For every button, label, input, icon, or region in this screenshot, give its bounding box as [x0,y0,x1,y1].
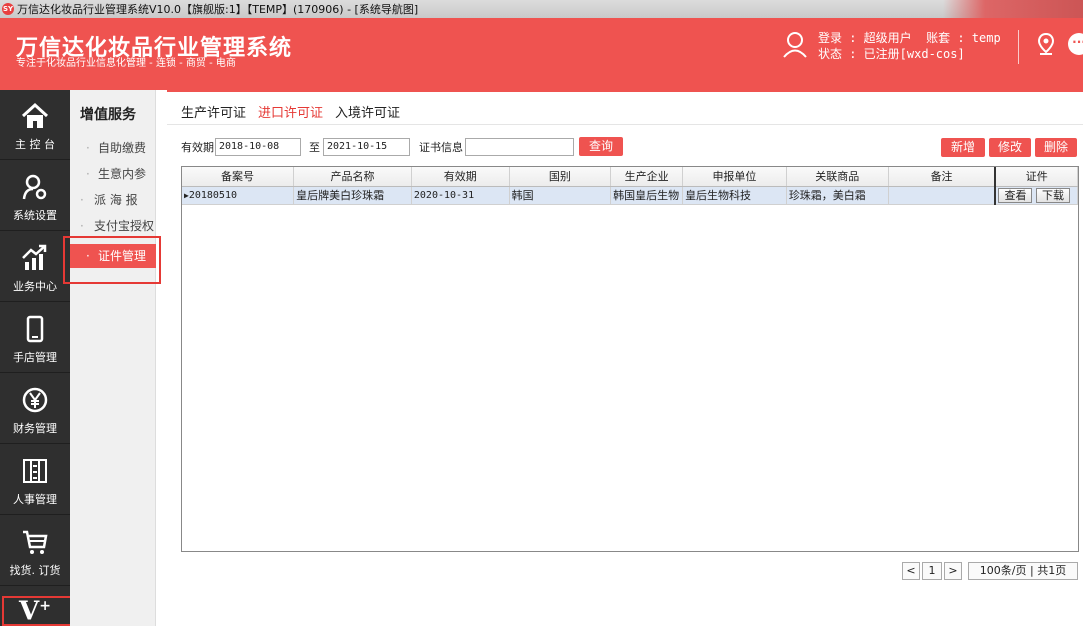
status-line: 状态 : 已注册[wxd-cos] [818,47,965,61]
main-sidebar: 主 控 台 系统设置 业务中心 手店管理 财务管理 人事管理 找货. 订货 V+ [0,90,70,627]
sidebar-item-label: 人事管理 [13,493,57,506]
bullet-icon: · [80,193,84,207]
app-logo-icon: SY [2,3,14,15]
col-header-record-no[interactable]: 备案号 [182,167,295,187]
col-header-product-name[interactable]: 产品名称 [293,167,412,187]
cert-info-input[interactable] [465,138,574,156]
sidebar-item-business[interactable]: 业务中心 [0,232,70,302]
subnav-panel: 增值服务 · 自助缴费 · 生意内参 · 派 海 报 · 支付宝授权 · 证件管理 [70,90,156,626]
cell-record-no-value: 20180510 [188,189,237,201]
sidebar-item-label: 系统设置 [13,209,57,222]
highlight-frame-certificates [63,236,161,284]
cell-certificate: 查看 下载 [994,186,1079,205]
cell-country[interactable]: 韩国 [509,186,612,205]
header-divider [1018,30,1019,64]
bullet-icon: · [86,141,90,155]
bullet-icon: · [80,219,84,233]
cell-remarks[interactable] [888,186,996,205]
col-header-remarks[interactable]: 备注 [888,167,996,187]
col-header-related-goods[interactable]: 关联商品 [786,167,889,187]
sidebar-item-hr[interactable]: 人事管理 [0,445,70,515]
subnav-item-alipay-auth[interactable]: · 支付宝授权 [70,214,156,238]
yen-icon [22,387,48,413]
subnav-item-self-pay[interactable]: · 自助缴费 [70,136,156,160]
system-subtitle: 专注于化妆品行业信息化管理 - 连锁 - 商贸 - 电商 [16,58,236,69]
col-header-manufacturer[interactable]: 生产企业 [610,167,684,187]
login-line: 登录 : 超级用户 账套 : temp [818,31,1001,45]
download-button[interactable]: 下载 [1035,187,1070,203]
user-icon [783,32,807,58]
page-number[interactable]: 1 [922,562,942,580]
cart-icon [23,530,48,554]
highlight-frame-vplus [2,596,75,626]
certificate-table: 备案号 产品名称 有效期 国别 生产企业 申报单位 关联商品 备注 证件 ▶20… [182,167,1079,205]
subnav-item-label: 支付宝授权 [94,219,155,233]
table-row[interactable]: ▶20180510 皇后牌美白珍珠霜 2020-10-31 韩国 韩国皇后生物 … [182,186,1079,205]
sidebar-item-label: 财务管理 [13,422,57,435]
sidebar-item-finance[interactable]: 财务管理 [0,374,70,444]
col-header-valid-until[interactable]: 有效期 [411,167,510,187]
subnav-item-business-insider[interactable]: · 生意内参 [70,162,156,186]
tabs-divider [167,124,1083,125]
delete-button[interactable]: 删除 [1035,138,1077,157]
table-header-row: 备案号 产品名称 有效期 国别 生产企业 申报单位 关联商品 备注 证件 [182,167,1079,187]
bullet-icon: · [86,167,90,181]
date-to-field[interactable]: 2021-10-15 [323,138,410,156]
cell-valid-until[interactable]: 2020-10-31 [411,186,510,205]
home-icon [21,102,49,128]
sidebar-item-shop[interactable]: 手店管理 [0,303,70,373]
chart-growth-icon [22,244,47,270]
prev-page-button[interactable]: < [902,562,920,580]
cert-info-label: 证书信息 [419,141,463,154]
tab-import-license[interactable]: 进口许可证 [258,102,323,121]
license-tabs: 生产许可证 进口许可证 入境许可证 [181,102,400,121]
certificate-grid: 备案号 产品名称 有效期 国别 生产企业 申报单位 关联商品 备注 证件 ▶20… [181,166,1079,552]
subnav-title: 增值服务 [80,107,136,123]
date-to-label: 至 [309,141,320,154]
tab-production-license[interactable]: 生产许可证 [181,102,246,121]
subnav-item-label: 派 海 报 [94,193,138,207]
cabinet-icon [23,459,47,483]
view-button[interactable]: 查看 [998,187,1033,203]
sidebar-item-order[interactable]: 找货. 订货 [0,516,70,586]
col-header-certificate[interactable]: 证件 [994,167,1079,187]
sidebar-item-label: 找货. 订货 [9,564,61,577]
sidebar-item-label: 手店管理 [13,351,57,364]
more-icon[interactable]: ··· [1068,33,1083,55]
cell-product-name[interactable]: 皇后牌美白珍珠霜 [293,186,412,205]
cell-record-no[interactable]: ▶20180510 [182,186,295,205]
add-button[interactable]: 新增 [941,138,985,157]
user-info: 登录 : 超级用户 账套 : temp 状态 : 已注册[wxd-cos] [818,30,1001,62]
next-page-button[interactable]: > [944,562,962,580]
subnav-item-label: 自助缴费 [98,141,147,155]
edit-button[interactable]: 修改 [989,138,1031,157]
date-label: 有效期 [181,141,214,154]
app-header: 万信达化妆品行业管理系统 专注于化妆品行业信息化管理 - 连锁 - 商贸 - 电… [0,18,1083,90]
cell-declarant[interactable]: 皇后生物科技 [682,186,787,205]
page-size-summary[interactable]: 100条/页 | 共1页 [968,562,1078,580]
subnav-item-label: 生意内参 [98,167,147,181]
sidebar-item-label: 业务中心 [13,280,57,293]
main-content: 生产许可证 进口许可证 入境许可证 有效期 2018-10-08 至 2021-… [157,90,1083,626]
phone-icon [26,315,44,343]
accent-divider [167,90,1083,92]
date-from-field[interactable]: 2018-10-08 [215,138,301,156]
location-icon[interactable] [1036,32,1056,56]
sidebar-item-label: 主 控 台 [15,138,55,151]
cell-related-goods[interactable]: 珍珠霜，美白霜 [786,186,889,205]
user-settings-icon [22,174,47,200]
window-controls[interactable] [943,0,1083,18]
col-header-country[interactable]: 国别 [509,167,612,187]
cell-manufacturer[interactable]: 韩国皇后生物 [610,186,684,205]
query-button[interactable]: 查询 [579,137,623,156]
sidebar-item-settings[interactable]: 系统设置 [0,161,70,231]
col-header-declarant[interactable]: 申报单位 [682,167,787,187]
tab-entry-license[interactable]: 入境许可证 [335,102,400,121]
window-title: 万信达化妆品行业管理系统V10.0【旗舰版:1】【TEMP】(170906) -… [17,3,419,16]
subnav-item-poster[interactable]: · 派 海 报 [70,188,156,212]
sidebar-item-console[interactable]: 主 控 台 [0,90,70,160]
window-titlebar: SY 万信达化妆品行业管理系统V10.0【旗舰版:1】【TEMP】(170906… [0,0,1083,18]
